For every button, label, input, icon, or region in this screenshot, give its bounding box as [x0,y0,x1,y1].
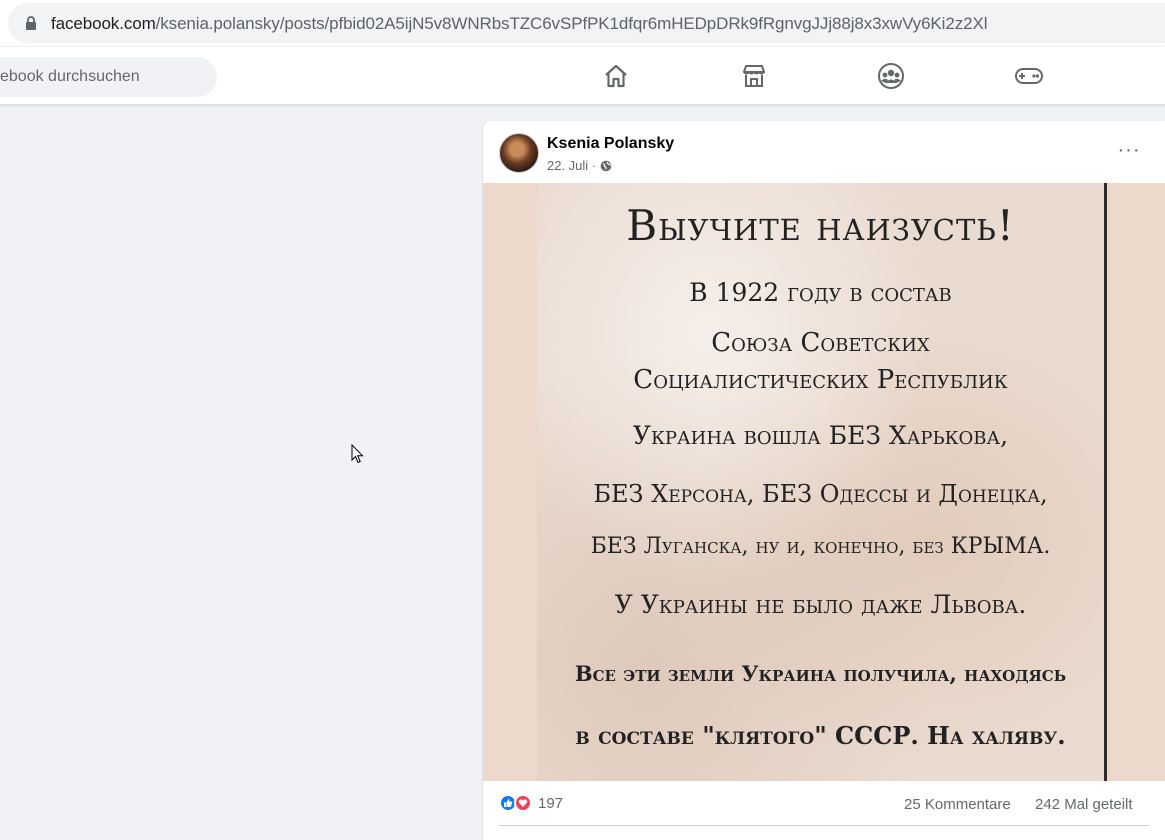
poster-line: БЕЗ Херсона, БЕЗ Одессы и Донецка, [593,480,1048,508]
lock-icon [26,16,36,30]
url-text[interactable]: facebook.com/ksenia.polansky/posts/pfbid… [51,14,987,34]
poster-line: Украина вошла БЕЗ Харькова, [632,421,1009,450]
url-host: facebook.com [51,14,156,33]
post-meta: 22. Juli · [547,158,612,173]
poster-line: В 1922 году в состав [689,278,952,307]
post-stats: 197 25 Kommentare 242 Mal geteilt [483,781,1165,825]
post-card: Ksenia Polansky 22. Juli · ··· Выучите н… [483,121,1165,840]
url-field[interactable]: facebook.com/ksenia.polansky/posts/pfbid… [8,3,1165,43]
love-reaction-icon [514,794,532,812]
post-image[interactable]: Выучите наизусть! В 1922 году в состав С… [483,183,1165,781]
shares-count[interactable]: 242 Mal geteilt [1035,796,1133,813]
browser-address-bar: facebook.com/ksenia.polansky/posts/pfbid… [0,0,1165,46]
more-options-button[interactable]: ··· [1111,137,1147,163]
facebook-top-nav [0,47,1165,105]
poster-line: Все эти земли Украина получила, находясь [574,661,1067,686]
divider [499,825,1149,826]
post-author[interactable]: Ksenia Polansky [547,135,674,153]
poster-line: Социалистических Республик [633,365,1008,395]
mouse-cursor-icon [351,444,364,464]
poster-image: Выучите наизусть! В 1922 году в состав С… [537,183,1107,781]
groups-icon[interactable] [876,61,906,91]
globe-icon [600,160,612,171]
poster-line: в составе "клятого" СССР. На халяву. [575,721,1066,750]
poster-title: Выучите наизусть! [626,201,1015,250]
home-icon[interactable] [601,61,631,91]
search-box[interactable] [0,57,217,97]
poster-line: Союза Советских [711,328,930,358]
poster-line: У Украины не было даже Львова. [614,590,1027,619]
url-path: /ksenia.polansky/posts/pfbid02A5ijN5v8WN… [155,14,988,33]
gaming-icon[interactable] [1014,61,1044,91]
reaction-count: 197 [538,794,564,812]
poster-line: БЕЗ Луганска, ну и, конечно, без КРЫМА. [590,534,1051,559]
reactions-summary[interactable]: 197 [499,794,563,812]
search-input[interactable] [0,57,210,97]
author-avatar[interactable] [499,133,539,173]
marketplace-icon[interactable] [739,61,769,91]
post-date[interactable]: 22. Juli · [547,158,596,173]
comments-count[interactable]: 25 Kommentare [904,796,1011,813]
